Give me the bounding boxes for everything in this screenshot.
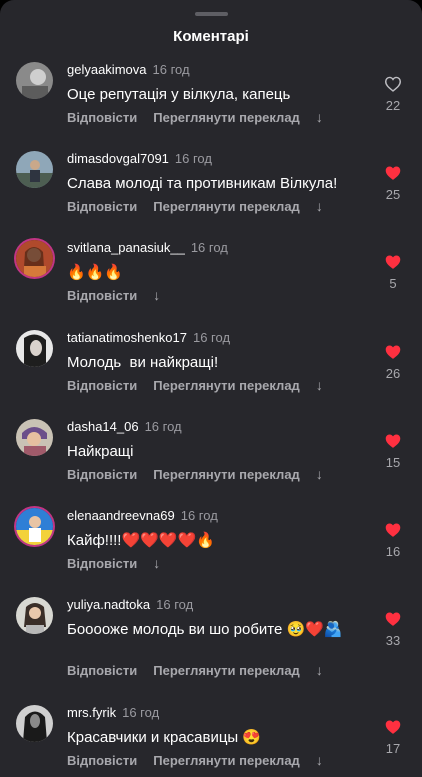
- like-count: 26: [385, 366, 401, 381]
- heart-filled-icon: [385, 612, 401, 626]
- expand-replies-icon[interactable]: ↓: [316, 466, 323, 482]
- like-count: 15: [385, 455, 401, 470]
- like-button[interactable]: 15: [378, 433, 408, 470]
- see-translation-button[interactable]: Переглянути переклад: [153, 110, 300, 125]
- avatar[interactable]: [16, 62, 53, 99]
- comment-item: dasha14_06 16 год Найкращі Відповісти Пере…: [0, 419, 422, 499]
- reply-button[interactable]: Відповісти: [67, 199, 137, 214]
- comment-username[interactable]: tatianatimoshenko17: [67, 330, 187, 345]
- comment-item: elenaandreevna69 16 год Кайф!!!!❤️❤️❤️❤️🔥…: [0, 508, 422, 588]
- heart-filled-icon: [385, 255, 401, 269]
- reply-button[interactable]: Відповісти: [67, 753, 137, 768]
- reply-button[interactable]: Відповісти: [67, 467, 137, 482]
- like-button[interactable]: 33: [378, 611, 408, 648]
- comment-item: yuliya.nadtoka 16 год Бооооже молодь ви ш…: [0, 597, 422, 687]
- comment-time: 16 год: [122, 705, 160, 720]
- expand-replies-icon[interactable]: ↓: [316, 198, 323, 214]
- comment-text: Оце репутація у вілкула, капець: [67, 86, 291, 103]
- expand-replies-icon[interactable]: ↓: [153, 287, 160, 303]
- comment-time: 16 год: [192, 330, 231, 345]
- comment-time: 16 год: [144, 419, 182, 434]
- expand-replies-icon[interactable]: ↓: [316, 752, 323, 768]
- comment-username[interactable]: dasha14_06: [67, 419, 139, 434]
- expand-replies-icon[interactable]: ↓: [153, 555, 160, 571]
- heart-filled-icon: [385, 166, 401, 180]
- avatar[interactable]: [16, 330, 53, 367]
- heart-filled-icon: [385, 523, 401, 537]
- comment-username[interactable]: dimasdovgal7091: [67, 151, 169, 166]
- comment-time: 16 год: [190, 240, 228, 255]
- avatar[interactable]: [16, 597, 53, 634]
- see-translation-button[interactable]: Переглянути переклад: [153, 378, 300, 393]
- comment-text: Найкращі: [67, 443, 134, 460]
- like-button[interactable]: 5: [378, 254, 408, 291]
- comment-text: Слава молоді та противникам Вілкула!: [67, 175, 338, 192]
- comment-time: 16 год: [156, 597, 194, 612]
- like-count: 25: [385, 187, 401, 202]
- like-button[interactable]: 22: [378, 76, 408, 113]
- comments-sheet: Коментарі gelyaakimova 16 год Оце репутац…: [0, 0, 422, 777]
- reply-button[interactable]: Відповісти: [67, 556, 137, 571]
- like-button[interactable]: 16: [378, 522, 408, 559]
- like-count: 16: [385, 544, 401, 559]
- comment-item: svitlana_panasiuk__ 16 год 🔥🔥🔥 Відповісти…: [0, 240, 422, 320]
- comment-item: dimasdovgal7091 16 год Слава молоді та пр…: [0, 151, 422, 231]
- avatar[interactable]: [16, 240, 53, 277]
- like-count: 17: [385, 741, 401, 756]
- comment-item: mrs.fyrik 16 год Красавчики и красавицы 😍…: [0, 705, 422, 777]
- like-count: 22: [385, 98, 401, 113]
- comment-time: 16 год: [152, 62, 190, 77]
- heart-filled-icon: [385, 345, 401, 359]
- reply-button[interactable]: Відповісти: [67, 663, 137, 678]
- reply-button[interactable]: Відповісти: [67, 110, 137, 125]
- see-translation-button[interactable]: Переглянути переклад: [153, 199, 300, 214]
- comment-username[interactable]: mrs.fyrik: [67, 705, 116, 720]
- comment-item: gelyaakimova 16 год Оце репутація у вілку…: [0, 62, 422, 142]
- drag-handle[interactable]: [195, 12, 228, 16]
- comment-username[interactable]: svitlana_panasiuk__: [67, 240, 185, 255]
- expand-replies-icon[interactable]: ↓: [316, 662, 323, 678]
- see-translation-button[interactable]: Переглянути переклад: [153, 753, 300, 768]
- reply-button[interactable]: Відповісти: [67, 288, 137, 303]
- like-button[interactable]: 17: [378, 719, 408, 756]
- expand-replies-icon[interactable]: ↓: [316, 377, 323, 393]
- comment-text: 🔥🔥🔥: [67, 264, 124, 281]
- expand-replies-icon[interactable]: ↓: [316, 109, 323, 125]
- sheet-title: Коментарі: [173, 28, 249, 45]
- comment-text: Кайф!!!!❤️❤️❤️❤️🔥: [67, 532, 215, 549]
- like-count: 33: [385, 633, 401, 648]
- avatar[interactable]: [16, 705, 53, 742]
- comment-text: Красавчики и красавицы 😍: [67, 729, 262, 746]
- like-count: 5: [389, 276, 397, 291]
- heart-filled-icon: [385, 434, 401, 448]
- comment-username[interactable]: yuliya.nadtoka: [67, 597, 150, 612]
- see-translation-button[interactable]: Переглянути переклад: [153, 467, 300, 482]
- see-translation-button[interactable]: Переглянути переклад: [153, 663, 300, 678]
- comment-text: Молодь ви найкращі!: [67, 354, 219, 371]
- comment-text: Бооооже молодь ви шо робите 🥹❤️🫂: [67, 621, 343, 638]
- heart-outline-icon: [384, 76, 402, 92]
- heart-filled-icon: [385, 720, 401, 734]
- comment-time: 16 год: [180, 508, 218, 523]
- comment-username[interactable]: elenaandreevna69: [67, 508, 175, 523]
- like-button[interactable]: 25: [378, 165, 408, 202]
- avatar[interactable]: [16, 419, 53, 456]
- avatar[interactable]: [16, 151, 53, 188]
- like-button[interactable]: 26: [378, 344, 408, 381]
- reply-button[interactable]: Відповісти: [67, 378, 137, 393]
- comment-username[interactable]: gelyaakimova: [67, 62, 147, 77]
- comment-item: tatianatimoshenko17 16 год Молодь ви найк…: [0, 330, 422, 410]
- avatar[interactable]: [16, 508, 53, 545]
- comment-time: 16 год: [174, 151, 212, 166]
